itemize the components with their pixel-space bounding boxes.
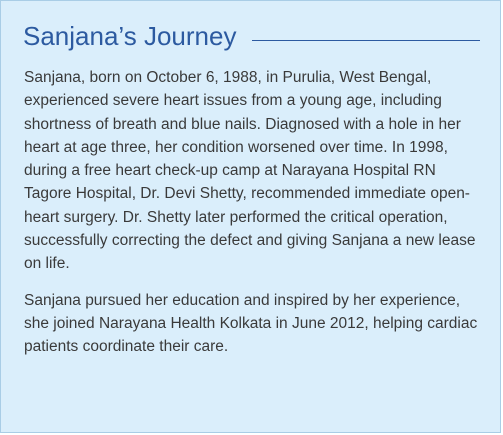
story-paragraph-1: Sanjana, born on October 6, 1988, in Pur… bbox=[24, 69, 476, 273]
title-divider bbox=[252, 39, 480, 41]
story-panel: Sanjana’s Journey Sanjana, born on Octob… bbox=[0, 0, 501, 433]
story-paragraph-2: Sanjana pursued her education and inspir… bbox=[24, 291, 478, 356]
story-header: Sanjana’s Journey bbox=[23, 18, 480, 54]
story-title: Sanjana’s Journey bbox=[23, 21, 237, 51]
story-body: Sanjana, born on October 6, 1988, in Pur… bbox=[24, 66, 484, 372]
